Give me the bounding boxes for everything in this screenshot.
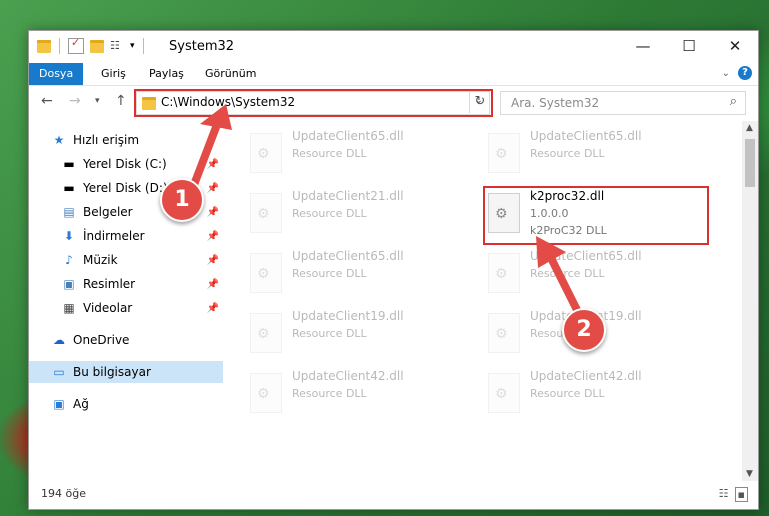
sidebar-item-videos[interactable]: ▦ Videolar 📌 [61, 297, 223, 319]
help-icon[interactable]: ? [738, 66, 752, 80]
tab-share[interactable]: Paylaş [139, 63, 194, 85]
forward-arrow-icon[interactable]: → [69, 93, 81, 109]
dll-file-icon: ⚙ [250, 193, 282, 233]
list-item[interactable]: ⚙ UpdateClient65.dll Resource DLL [250, 129, 470, 179]
tab-file[interactable]: Dosya [29, 63, 84, 85]
scroll-up-icon[interactable]: ▲ [746, 123, 753, 133]
dll-file-icon: ⚙ [488, 253, 520, 293]
list-item[interactable]: ⚙ UpdateClient19.dll Resource DLL [250, 309, 470, 359]
new-folder-icon[interactable] [90, 39, 104, 53]
pin-icon[interactable]: 📌 [207, 207, 219, 218]
dll-file-icon: ⚙ [488, 313, 520, 353]
drive-icon: ▬ [63, 157, 75, 171]
vertical-scrollbar[interactable]: ▲ ▼ [742, 121, 758, 481]
list-item[interactable]: ⚙ UpdateClient65.dll Resource DLL [250, 249, 470, 299]
sidebar-item-pictures[interactable]: ▣ Resimler 📌 [61, 273, 223, 295]
folder-icon [37, 39, 51, 53]
dll-file-icon: ⚙ [250, 253, 282, 293]
dll-file-icon: ⚙ [250, 133, 282, 173]
search-input[interactable]: Ara. System32 ⌕ [500, 91, 746, 115]
ribbon-tabs: Dosya Giriş Paylaş Görünüm ⌄ ? [29, 63, 758, 86]
minimize-button[interactable]: — [620, 31, 666, 61]
details-view-icon[interactable]: ☷ [719, 487, 729, 502]
tab-home[interactable]: Giriş [91, 63, 136, 85]
list-item[interactable]: ⚙ UpdateClient21.dll Resource DLL [250, 189, 470, 239]
window-title: System32 [169, 39, 235, 54]
quick-access-toolbar: ✓ ☷ ▾ [37, 36, 146, 54]
close-button[interactable]: ✕ [712, 31, 758, 61]
dll-file-icon: ⚙ [488, 133, 520, 173]
recent-locations-icon[interactable]: ▾ [95, 96, 100, 106]
search-icon: ⌕ [729, 94, 737, 109]
cloud-icon: ☁ [53, 333, 65, 347]
customize-toolbar-icon[interactable]: ▾ [130, 41, 135, 51]
drive-icon: ▬ [63, 181, 75, 195]
download-icon: ⬇ [63, 229, 75, 243]
up-arrow-icon[interactable]: ↑ [115, 93, 127, 109]
scrollbar-thumb[interactable] [745, 139, 755, 187]
search-placeholder: Ara. System32 [511, 96, 600, 110]
sidebar-item-this-pc[interactable]: ▭ Bu bilgisayar [29, 361, 223, 383]
computer-icon: ▭ [53, 365, 65, 379]
callout-badge-1: 1 [160, 178, 204, 222]
list-item[interactable]: ⚙ UpdateClient65.dll Resource DLL [488, 129, 708, 179]
sidebar-item-music[interactable]: ♪ Müzik 📌 [61, 249, 223, 271]
document-icon: ▤ [63, 205, 75, 219]
properties-icon[interactable]: ✓ [68, 36, 84, 54]
list-item[interactable]: ⚙ UpdateClient42.dll Resource DLL [488, 369, 708, 419]
dll-file-icon: ⚙ [250, 313, 282, 353]
pictures-icon: ▣ [63, 277, 75, 291]
pin-icon[interactable]: 📌 [207, 231, 219, 242]
back-arrow-icon[interactable]: ← [41, 93, 53, 109]
sidebar-item-onedrive[interactable]: ☁ OneDrive [51, 329, 245, 351]
large-icons-view-icon[interactable]: ▪ [734, 487, 748, 502]
pin-icon[interactable]: 📌 [207, 279, 219, 290]
address-row: ← → ▾ ↑ C:\Windows\System32 ⌄ ↻ Ara. Sys… [29, 87, 758, 117]
network-icon: ▣ [53, 397, 65, 411]
item-count: 194 öğe [41, 487, 86, 500]
pin-icon[interactable]: 📌 [207, 255, 219, 266]
status-bar: 194 öğe ☷ ▪ [29, 483, 758, 507]
view-icon[interactable]: ☷ [110, 39, 124, 53]
callout-badge-2: 2 [562, 308, 606, 352]
sidebar-item-downloads[interactable]: ⬇ İndirmeler 📌 [61, 225, 223, 247]
video-icon: ▦ [63, 301, 75, 315]
maximize-button[interactable]: ☐ [666, 31, 712, 61]
sidebar-item-network[interactable]: ▣ Ağ [51, 393, 245, 415]
list-item[interactable]: ⚙ UpdateClient42.dll Resource DLL [250, 369, 470, 419]
explorer-window: ✓ ☷ ▾ System32 — ☐ ✕ Dosya Giriş Paylaş … [28, 30, 759, 510]
dll-file-icon: ⚙ [488, 373, 520, 413]
file-list: ⚙ UpdateClient65.dll Resource DLL ⚙ Upda… [226, 121, 738, 481]
dll-file-icon: ⚙ [250, 373, 282, 413]
music-icon: ♪ [65, 253, 73, 267]
pin-icon[interactable]: 📌 [207, 303, 219, 314]
title-bar: ✓ ☷ ▾ System32 — ☐ ✕ [29, 31, 758, 63]
expand-ribbon-icon[interactable]: ⌄ [722, 68, 730, 79]
star-icon: ★ [53, 133, 65, 147]
scroll-down-icon[interactable]: ▼ [746, 469, 753, 479]
tab-view[interactable]: Görünüm [195, 63, 266, 85]
